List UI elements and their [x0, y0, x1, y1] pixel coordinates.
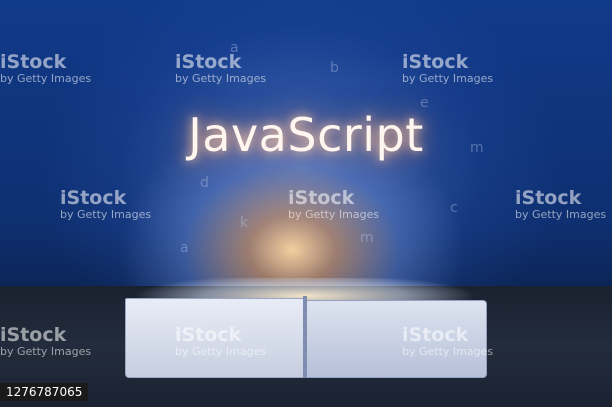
- watermark-sub: by Getty Images: [402, 72, 494, 85]
- watermark-sub: by Getty Images: [175, 345, 267, 358]
- headline-text: JavaScript: [188, 108, 424, 162]
- floating-letter: m: [360, 230, 374, 246]
- watermark: iStock by Getty Images: [60, 188, 151, 221]
- book-spine: [303, 296, 307, 378]
- watermark-brand: iStock: [0, 51, 67, 73]
- floating-letter: a: [180, 240, 189, 256]
- floating-letter: d: [200, 175, 209, 191]
- watermark-sub: by Getty Images: [515, 208, 607, 221]
- watermark-brand: iStock: [175, 51, 242, 73]
- watermark-sub: by Getty Images: [60, 208, 152, 221]
- watermark-brand: iStock: [175, 324, 242, 346]
- watermark: iStock by Getty Images: [0, 52, 91, 85]
- watermark-sub: by Getty Images: [175, 72, 267, 85]
- watermark-brand: iStock: [60, 187, 127, 209]
- watermark-sub: by Getty Images: [0, 345, 92, 358]
- watermark: iStock by Getty Images: [515, 188, 606, 221]
- floating-letter: k: [240, 215, 249, 231]
- watermark: iStock by Getty Images: [0, 325, 91, 358]
- floating-letter: b: [330, 60, 339, 76]
- floating-letter: c: [450, 200, 458, 216]
- watermark: iStock by Getty Images: [288, 188, 379, 221]
- watermark-brand: iStock: [402, 51, 469, 73]
- watermark: iStock by Getty Images: [175, 325, 266, 358]
- watermark: iStock by Getty Images: [402, 325, 493, 358]
- watermark: iStock by Getty Images: [175, 52, 266, 85]
- photo-canvas: a b e m d m k a c JavaScript iStock by G…: [0, 0, 612, 407]
- watermark-brand: iStock: [288, 187, 355, 209]
- watermark-brand: iStock: [0, 324, 67, 346]
- watermark-sub: by Getty Images: [0, 72, 92, 85]
- watermark-brand: iStock: [402, 324, 469, 346]
- watermark-sub: by Getty Images: [288, 208, 380, 221]
- watermark-brand: iStock: [515, 187, 582, 209]
- watermark: iStock by Getty Images: [402, 52, 493, 85]
- watermark-sub: by Getty Images: [402, 345, 494, 358]
- stock-id-label: 1276787065: [0, 383, 89, 401]
